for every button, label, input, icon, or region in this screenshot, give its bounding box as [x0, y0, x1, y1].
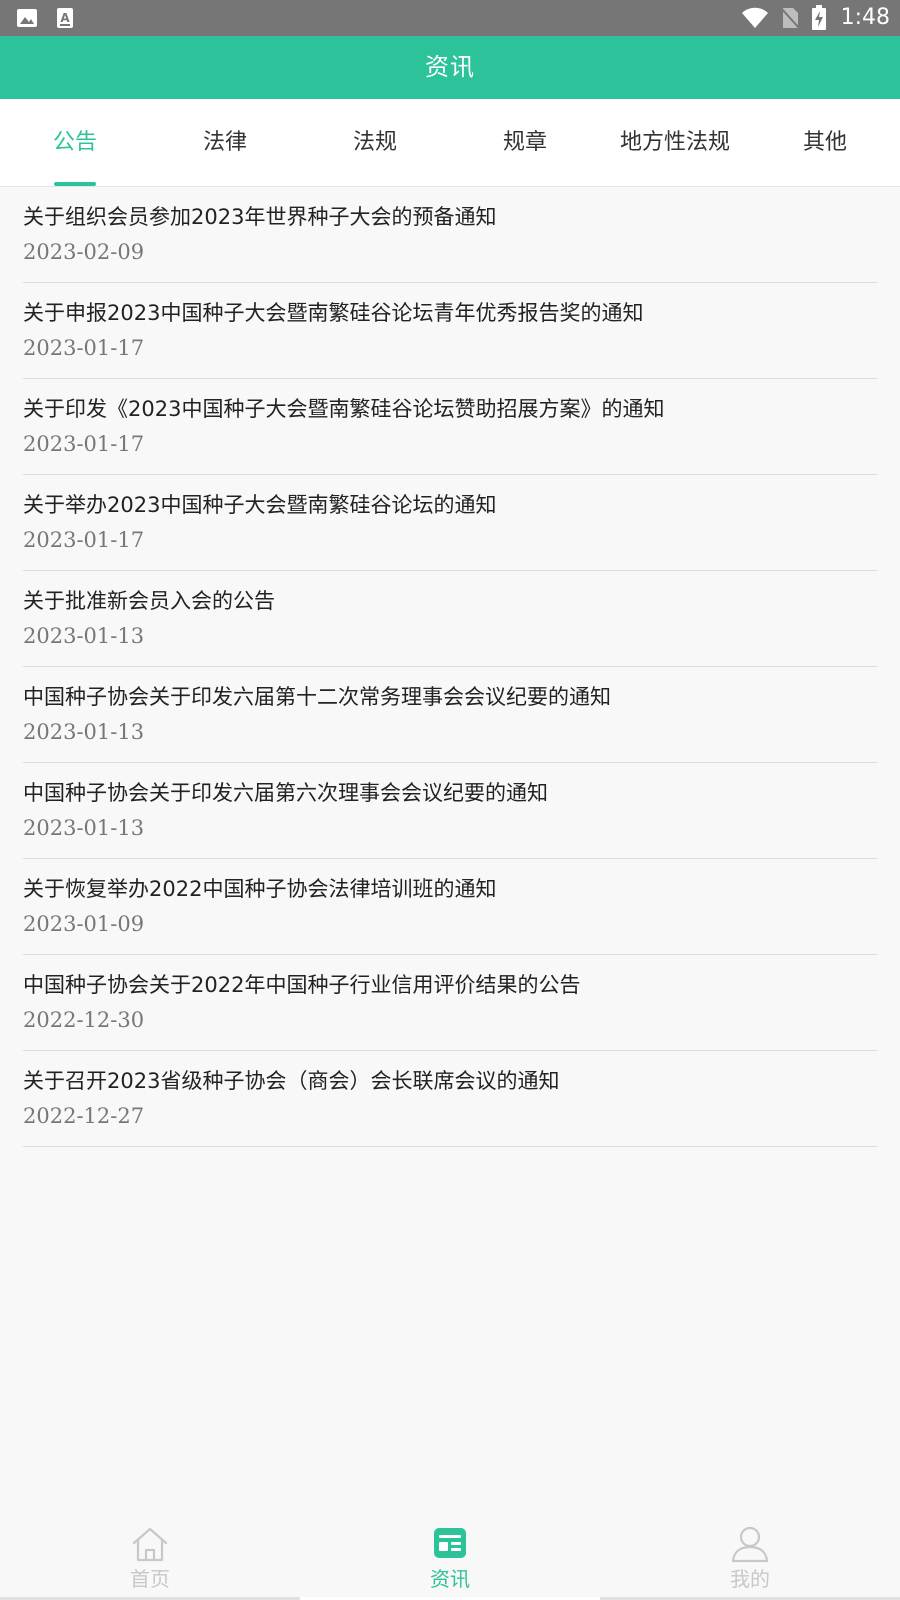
news-date: 2023-02-09: [23, 240, 145, 264]
news-date: 2023-01-13: [23, 624, 145, 648]
tab-regulations[interactable]: 法规: [300, 99, 450, 186]
list-item[interactable]: 中国种子协会关于2022年中国种子行业信用评价结果的公告 2022-12-30: [23, 955, 877, 1051]
nav-profile[interactable]: 我的: [600, 1514, 900, 1600]
news-title: 中国种子协会关于2022年中国种子行业信用评价结果的公告: [23, 973, 581, 997]
status-bar: A 1:48: [0, 0, 900, 36]
news-date: 2023-01-17: [23, 336, 145, 360]
home-icon: [132, 1527, 168, 1562]
news-title: 关于组织会员参加2023年世界种子大会的预备通知: [23, 205, 497, 229]
no-sim-icon: [779, 7, 800, 29]
news-title: 关于印发《2023中国种子大会暨南繁硅谷论坛赞助招展方案》的通知: [23, 397, 665, 421]
nav-profile-label: 我的: [730, 1567, 770, 1591]
tab-label: 地方性法规: [619, 130, 730, 155]
tab-law[interactable]: 法律: [150, 99, 300, 186]
status-bar-system: 1:48: [741, 5, 890, 31]
tab-rules[interactable]: 规章: [450, 99, 600, 186]
status-time: 1:48: [840, 5, 890, 30]
app-header: 资讯: [0, 36, 900, 99]
news-date: 2022-12-30: [23, 1008, 145, 1032]
user-icon: [731, 1526, 769, 1563]
news-title: 关于召开2023省级种子协会（商会）会长联席会议的通知: [23, 1069, 560, 1093]
list-item[interactable]: 关于举办2023中国种子大会暨南繁硅谷论坛的通知 2023-01-17: [23, 475, 877, 571]
a-text-icon: A: [57, 8, 73, 28]
status-bar-notifications: A: [16, 7, 76, 29]
tab-label: 法规: [352, 130, 397, 155]
news-date: 2022-12-27: [23, 1104, 145, 1128]
tab-label: 公告: [52, 130, 97, 155]
nav-news-label: 资讯: [430, 1567, 470, 1591]
tab-active-indicator: [54, 182, 96, 186]
list-item[interactable]: 关于申报2023中国种子大会暨南繁硅谷论坛青年优秀报告奖的通知 2023-01-…: [23, 283, 877, 379]
news-date: 2023-01-17: [23, 528, 145, 552]
image-icon: [17, 9, 37, 27]
app-screen: A 1:48 资讯 公告 法律 法规 规章 地方性法规 其他 关于组织会员参加2…: [0, 0, 900, 1600]
news-title: 中国种子协会关于印发六届第六次理事会会议纪要的通知: [23, 781, 548, 805]
news-date: 2023-01-13: [23, 720, 145, 744]
bottom-navigation: 首页 资讯 我的: [0, 1514, 900, 1600]
list-item[interactable]: 关于印发《2023中国种子大会暨南繁硅谷论坛赞助招展方案》的通知 2023-01…: [23, 379, 877, 475]
news-date: 2023-01-13: [23, 816, 145, 840]
list-item[interactable]: 关于恢复举办2022中国种子协会法律培训班的通知 2023-01-09: [23, 859, 877, 955]
tab-label: 法律: [202, 130, 247, 155]
tab-announcement[interactable]: 公告: [0, 99, 150, 186]
news-title: 关于举办2023中国种子大会暨南繁硅谷论坛的通知: [23, 493, 497, 517]
news-title: 关于申报2023中国种子大会暨南繁硅谷论坛青年优秀报告奖的通知: [23, 301, 644, 325]
news-title: 中国种子协会关于印发六届第十二次常务理事会会议纪要的通知: [23, 685, 611, 709]
battery-charging-icon: [811, 5, 826, 30]
page-title: 资讯: [425, 53, 475, 81]
tab-label: 其他: [802, 130, 847, 155]
list-item[interactable]: 关于组织会员参加2023年世界种子大会的预备通知 2023-02-09: [23, 187, 877, 283]
tab-local-regulations[interactable]: 地方性法规: [600, 99, 750, 186]
svg-text:A: A: [60, 11, 70, 25]
news-icon: [434, 1528, 466, 1558]
nav-news[interactable]: 资讯: [300, 1514, 600, 1600]
list-item[interactable]: 关于召开2023省级种子协会（商会）会长联席会议的通知 2022-12-27: [23, 1051, 877, 1147]
tab-other[interactable]: 其他: [750, 99, 900, 186]
news-title: 关于恢复举办2022中国种子协会法律培训班的通知: [23, 877, 497, 901]
news-list: 关于组织会员参加2023年世界种子大会的预备通知 2023-02-09 关于申报…: [0, 187, 900, 1147]
tab-label: 规章: [502, 130, 547, 155]
nav-home-label: 首页: [130, 1567, 170, 1591]
list-item[interactable]: 中国种子协会关于印发六届第六次理事会会议纪要的通知 2023-01-13: [23, 763, 877, 859]
category-tabs: 公告 法律 法规 规章 地方性法规 其他: [0, 99, 900, 187]
news-title: 关于批准新会员入会的公告: [23, 589, 275, 613]
wifi-icon: [741, 7, 768, 28]
list-item[interactable]: 关于批准新会员入会的公告 2023-01-13: [23, 571, 877, 667]
news-date: 2023-01-09: [23, 912, 145, 936]
list-item[interactable]: 中国种子协会关于印发六届第十二次常务理事会会议纪要的通知 2023-01-13: [23, 667, 877, 763]
news-date: 2023-01-17: [23, 432, 145, 456]
nav-home[interactable]: 首页: [0, 1514, 300, 1600]
